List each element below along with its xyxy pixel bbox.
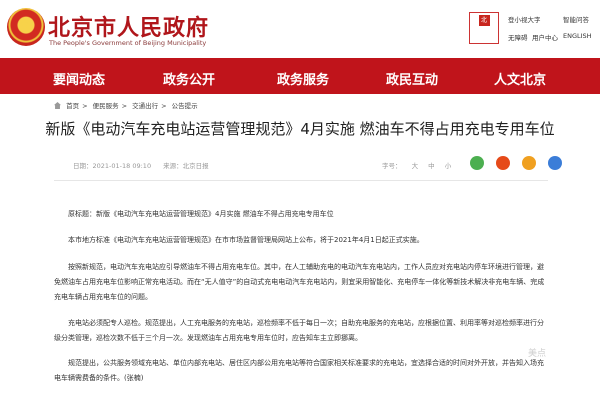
nav-item-gov-affairs[interactable]: 政务公开	[163, 69, 215, 88]
article-meta: 日期：2021-01-18 09:10 来源：北京日报	[73, 160, 219, 170]
user-center-link[interactable]: 用户中心	[532, 32, 558, 42]
font-size-label: 字号：	[382, 162, 402, 170]
english-link[interactable]: ENGLISH	[563, 32, 592, 40]
breadcrumb: 首页 > 便民服务 > 交通出行 > 公告提示	[54, 100, 201, 110]
accessible-link[interactable]: 无障碍	[508, 32, 528, 42]
wechat-share-icon[interactable]	[470, 156, 484, 170]
article-paragraph: 按照新规范，电动汽车充电站应引导燃油车不得占用充电车位。其中，在人工辅助充电的电…	[54, 263, 545, 301]
qzone-share-icon[interactable]	[522, 156, 537, 170]
article-paragraph: 充电站必须配专人巡检。规范提出，人工充电服务的充电站，巡检频率不低于每日一次；自…	[54, 319, 544, 342]
watermark: 美点	[528, 349, 547, 359]
site-title[interactable]: 北京市人民政府	[48, 10, 209, 42]
font-medium-button[interactable]: 中	[428, 162, 435, 170]
nav-item-gov-services[interactable]: 政务服务	[277, 69, 329, 88]
smart-qa-link[interactable]: 智能问答	[563, 14, 589, 24]
breadcrumb-services[interactable]: 便民服务	[93, 102, 119, 110]
article-paragraph: 原标题：新版《电动汽车充电站运营管理规范》4月实施 燃油车不得占用充电专用车位	[68, 210, 334, 218]
weibo-share-icon[interactable]	[496, 156, 511, 170]
article-source: 来源：北京日报	[163, 162, 209, 170]
share-more-icon[interactable]	[548, 156, 563, 170]
breadcrumb-home[interactable]: 首页	[66, 102, 79, 110]
article-paragraph: 本市地方标准《电动汽车充电站运营管理规范》在市市场监督管理局网站上公布，将于20…	[68, 236, 424, 244]
breadcrumb-transport[interactable]: 交通出行	[132, 102, 158, 110]
font-large-button[interactable]: 大	[412, 162, 419, 170]
font-small-button[interactable]: 小	[445, 162, 452, 170]
logo-seal: 北京	[478, 15, 490, 35]
national-emblem-icon	[7, 8, 45, 46]
nav-item-culture[interactable]: 人文北京	[494, 69, 546, 88]
beijing-logo-icon[interactable]: 北京	[469, 12, 499, 44]
site-header: 北京市人民政府 The People's Government of Beiji…	[0, 0, 600, 58]
site-subtitle: The People's Government of Beijing Munic…	[49, 39, 207, 47]
main-nav: 要闻动态 政务公开 政务服务 政民互动 人文北京	[0, 58, 600, 94]
divider	[54, 180, 548, 181]
article-title: 新版《电动汽车充电站运营管理规范》4月实施 燃油车不得占用充电专用车位	[45, 120, 555, 138]
article-paragraph: 规范提出，公共服务领域充电站、单位内部充电站、居住区内部公用充电站等符合国家相关…	[54, 359, 544, 382]
share-bar	[470, 155, 569, 174]
home-icon	[54, 102, 61, 109]
nav-item-news[interactable]: 要闻动态	[53, 69, 105, 88]
article-date: 日期：2021-01-18 09:10	[73, 162, 152, 170]
breadcrumb-notices[interactable]: 公告提示	[172, 102, 198, 110]
nav-item-interaction[interactable]: 政民互动	[386, 69, 438, 88]
accessibility-link[interactable]: 登小视大字	[508, 14, 541, 24]
font-size-switcher: 字号： 大 中 小	[382, 160, 459, 170]
